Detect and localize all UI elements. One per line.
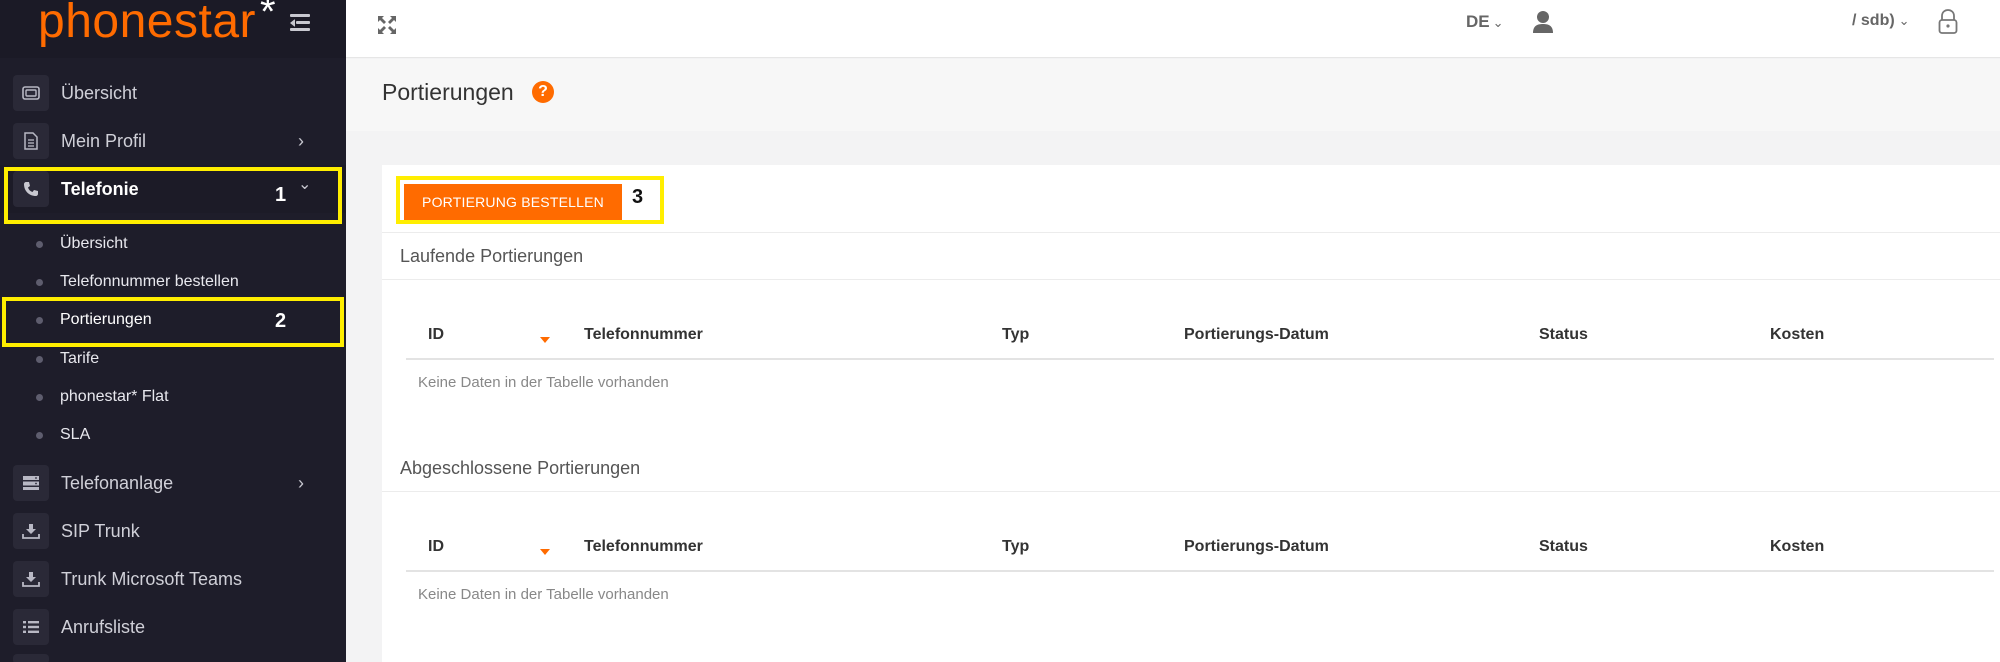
submenu-item-uebersicht[interactable]: Übersicht — [0, 225, 346, 263]
account-label: / sdb) — [1852, 12, 1895, 29]
page-header: Portierungen ? — [346, 59, 2000, 131]
empty-table-message: Keine Daten in der Tabelle vorhanden — [418, 586, 669, 603]
account-dropdown[interactable]: / sdb) ⌄ — [1852, 12, 1910, 30]
column-header-telefonnummer[interactable]: Telefonnummer — [584, 326, 703, 344]
sidebar-item-label: Übersicht — [61, 82, 138, 103]
order-porting-button[interactable]: PORTIERUNG BESTELLEN — [404, 184, 622, 220]
submenu-item-telefonnummer-bestellen[interactable]: Telefonnummer bestellen — [0, 263, 346, 301]
submenu-item-tarife[interactable]: Tarife — [0, 340, 346, 378]
column-header-status[interactable]: Status — [1539, 326, 1588, 344]
submenu-item-phonestar-flat[interactable]: phonestar* Flat — [0, 378, 346, 416]
divider — [382, 491, 2000, 492]
column-header-portierungs-datum[interactable]: Portierungs-Datum — [1184, 538, 1329, 556]
bullet-icon — [36, 355, 43, 363]
sidebar-item-label: Mein Profil — [61, 130, 147, 151]
bullet-icon — [36, 278, 43, 286]
sort-desc-icon[interactable] — [540, 549, 550, 555]
annotation-box-1 — [4, 167, 342, 224]
table-header: ID Telefonnummer Typ Portierungs-Datum S… — [406, 524, 1994, 572]
sidebar: phonestar * Übersicht Mein Profil › Tele… — [0, 0, 346, 662]
download-icon — [13, 513, 49, 549]
submenu-item-label: SLA — [60, 426, 91, 443]
dashboard-icon — [13, 75, 49, 111]
submenu-item-label: phonestar* Flat — [60, 388, 169, 405]
divider — [382, 232, 2000, 233]
language-dropdown[interactable]: DE ⌄ — [1466, 12, 1504, 32]
sidebar-item-label: SIP Trunk — [61, 520, 140, 541]
annotation-box-3: PORTIERUNG BESTELLEN 3 — [396, 176, 664, 224]
server-icon — [13, 465, 49, 501]
sort-desc-icon[interactable] — [540, 337, 550, 343]
sidebar-item-label: Anrufsliste — [61, 616, 146, 637]
language-label: DE — [1466, 12, 1490, 31]
column-header-telefonnummer[interactable]: Telefonnummer — [584, 538, 703, 556]
column-header-typ[interactable]: Typ — [1002, 326, 1029, 344]
logo-asterisk: * — [260, 0, 277, 34]
sidebar-item-uebersicht[interactable]: Übersicht — [0, 69, 346, 117]
column-header-kosten[interactable]: Kosten — [1770, 326, 1824, 344]
column-header-status[interactable]: Status — [1539, 538, 1588, 556]
submenu-item-label: Tarife — [60, 350, 100, 367]
sidebar-item-trunk-microsoft-teams[interactable]: Trunk Microsoft Teams — [0, 555, 346, 603]
sidebar-item-sip-trunk[interactable]: SIP Trunk — [0, 507, 346, 555]
help-icon[interactable]: ? — [532, 81, 554, 103]
menu-toggle-icon[interactable] — [290, 14, 314, 32]
download-icon — [13, 561, 49, 597]
logo-text: phonestar — [38, 0, 256, 48]
page-title: Portierungen — [382, 79, 514, 105]
table-header: ID Telefonnummer Typ Portierungs-Datum S… — [406, 312, 1994, 360]
chevron-down-icon: ⌄ — [1898, 13, 1910, 28]
list-icon — [13, 609, 49, 645]
submenu-item-label: Telefonnummer bestellen — [60, 273, 239, 290]
brand-bar: phonestar * — [0, 0, 346, 58]
fullscreen-icon[interactable] — [376, 14, 398, 36]
table-laufende-portierungen: ID Telefonnummer Typ Portierungs-Datum S… — [406, 312, 1994, 412]
column-header-id[interactable]: ID — [428, 326, 444, 344]
topbar: DE ⌄ / sdb) ⌄ — [346, 0, 2000, 58]
chevron-right-icon: › — [298, 472, 304, 493]
annotation-number-3: 3 — [632, 186, 644, 208]
bullet-icon — [36, 240, 43, 248]
user-icon[interactable] — [1532, 10, 1556, 34]
logo[interactable]: phonestar * — [38, 0, 276, 49]
sidebar-item-label: Telefonanlage — [61, 472, 174, 493]
column-header-typ[interactable]: Typ — [1002, 538, 1029, 556]
annotation-number-1: 1 — [275, 184, 287, 206]
document-icon — [13, 123, 49, 159]
sidebar-item-anrufsliste[interactable]: Anrufsliste — [0, 603, 346, 651]
bullet-icon — [36, 431, 43, 439]
column-header-kosten[interactable]: Kosten — [1770, 538, 1824, 556]
bullet-icon — [36, 393, 43, 401]
annotation-number-2: 2 — [275, 310, 287, 332]
submenu-item-sla[interactable]: SLA — [0, 416, 346, 454]
chevron-right-icon: › — [298, 130, 304, 151]
empty-table-message: Keine Daten in der Tabelle vorhanden — [418, 374, 669, 391]
column-header-portierungs-datum[interactable]: Portierungs-Datum — [1184, 326, 1329, 344]
sidebar-next-item-icon — [13, 654, 49, 662]
divider — [382, 279, 2000, 280]
section-title-laufende: Laufende Portierungen — [400, 246, 584, 266]
sidebar-item-telefonanlage[interactable]: Telefonanlage › — [0, 459, 346, 507]
lock-icon[interactable] — [1938, 9, 1962, 35]
column-header-id[interactable]: ID — [428, 538, 444, 556]
app-root: phonestar * Übersicht Mein Profil › Tele… — [0, 0, 2000, 662]
section-title-abgeschlossene: Abgeschlossene Portierungen — [400, 458, 641, 478]
submenu-item-label: Übersicht — [60, 235, 128, 252]
sidebar-item-mein-profil[interactable]: Mein Profil › — [0, 117, 346, 165]
table-abgeschlossene-portierungen: ID Telefonnummer Typ Portierungs-Datum S… — [406, 524, 1994, 624]
chevron-down-icon: ⌄ — [1492, 15, 1504, 30]
sidebar-item-label: Trunk Microsoft Teams — [61, 568, 243, 589]
content-card: PORTIERUNG BESTELLEN 3 Laufende Portieru… — [382, 165, 2000, 662]
